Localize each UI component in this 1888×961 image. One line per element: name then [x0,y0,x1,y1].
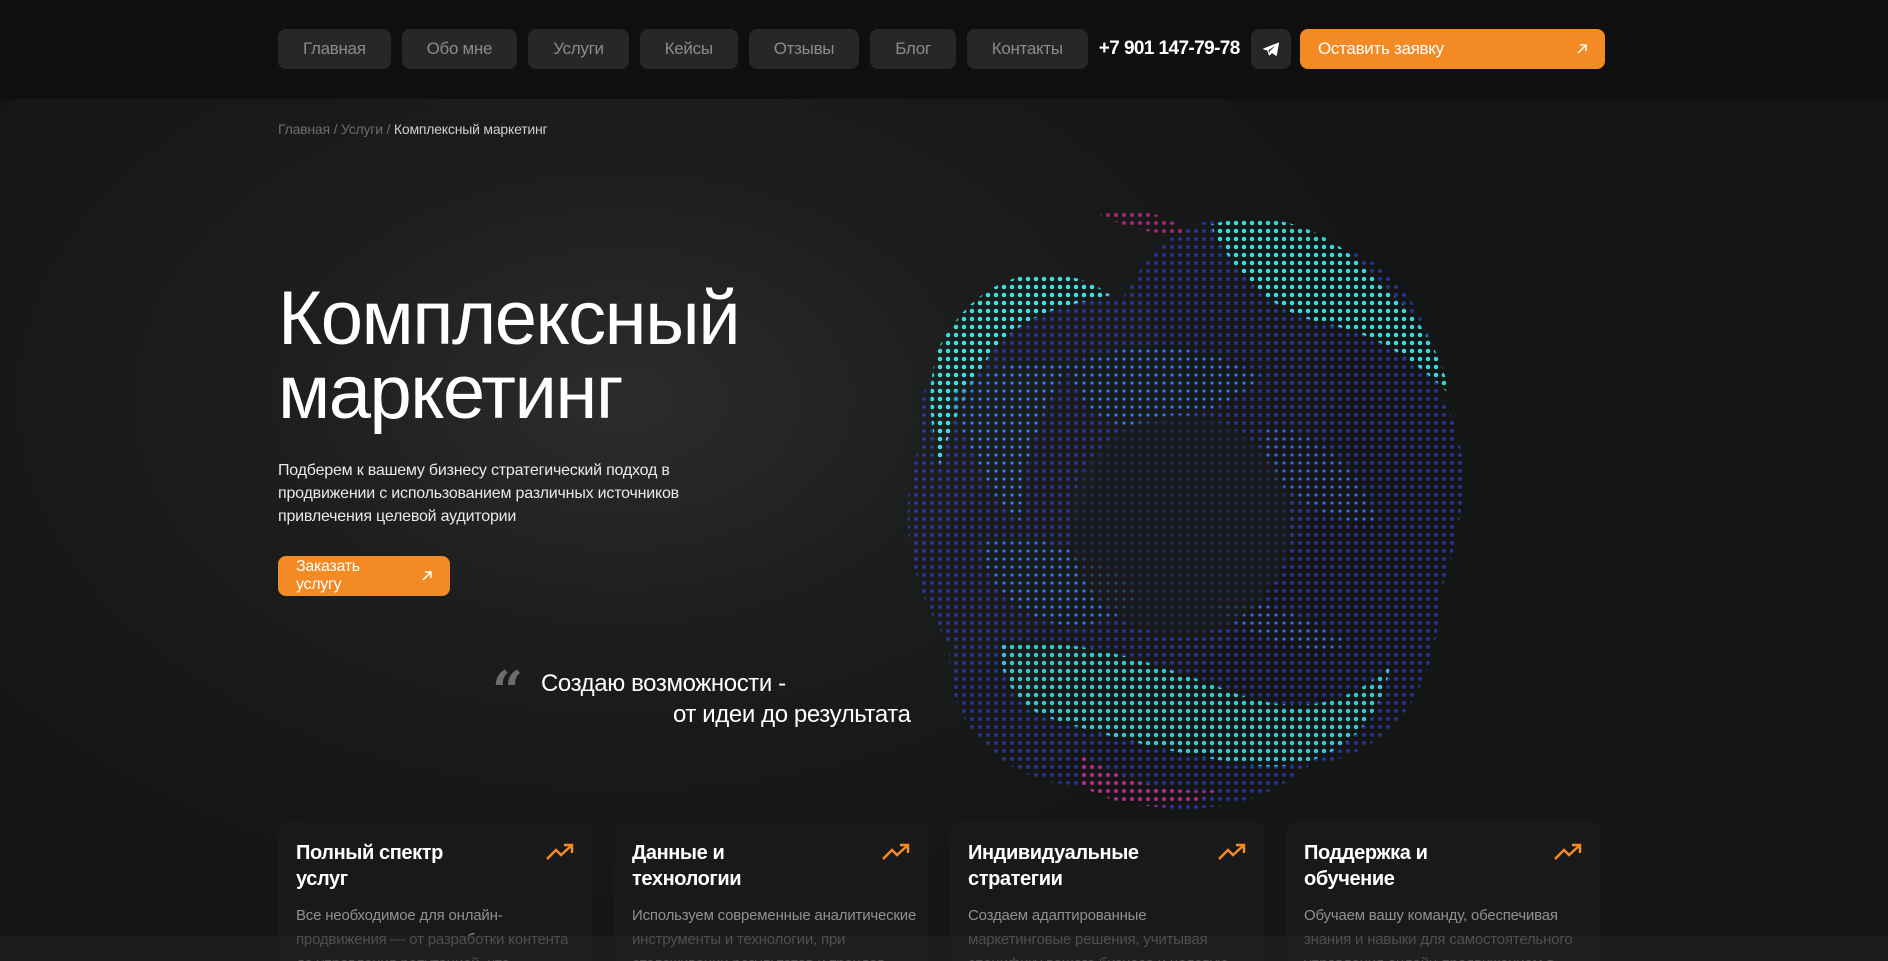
arrow-up-right-icon [422,571,432,581]
scroll-edge [0,936,1888,961]
arrow-up-right-icon [1577,44,1587,54]
nav-item-cases[interactable]: Кейсы [639,29,738,69]
card-title: Индивидуальные стратегии [968,842,1139,890]
breadcrumb: Главная / Услуги / Комплексный маркетинг [278,121,548,137]
card-title: Поддержка и обучение [1304,842,1428,890]
quote-icon: “ [492,659,524,723]
nav-item-services[interactable]: Услуги [528,29,629,69]
card-title: Данные и технологии [632,842,742,890]
leave-request-label: Оставить заявку [1318,39,1444,58]
nav-item-contacts[interactable]: Контакты [966,29,1088,69]
page-title: Комплексный маркетинг [278,281,838,431]
breadcrumb-home[interactable]: Главная [278,121,330,137]
trend-up-icon [546,843,574,860]
particle-sphere-image [907,211,1464,809]
hero-subtitle: Подберем к вашему бизнесу стратегический… [278,462,679,525]
breadcrumb-current: Комплексный маркетинг [393,121,548,137]
breadcrumb-services[interactable]: Услуги [341,121,383,137]
nav-item-about[interactable]: Обо мне [401,29,518,69]
order-service-label: Заказать услугу [296,558,360,593]
trend-up-icon [1218,843,1246,860]
telegram-button[interactable] [1250,29,1291,69]
quote-text-line-1: Создаю возможности - [541,670,786,697]
telegram-icon [1262,42,1279,56]
trend-up-icon [882,843,910,860]
nav-item-blog[interactable]: Блог [870,29,956,69]
trend-up-icon [1554,843,1582,860]
breadcrumb-separator: / [329,121,341,137]
nav-item-reviews[interactable]: Отзывы [748,29,860,69]
phone-link[interactable]: +7 901 147-79-78 [1099,38,1241,60]
main-nav: Главная Обо мне Услуги Кейсы Отзывы Блог… [278,29,1342,69]
nav-item-home[interactable]: Главная [278,29,391,69]
order-service-button[interactable]: Заказать услугу [278,556,450,596]
leave-request-button[interactable]: Оставить заявку [1300,29,1605,69]
breadcrumb-separator: / [382,121,394,137]
card-title: Полный спектр услуг [296,842,443,890]
title-line-1: Комплексный [278,276,741,361]
title-line-2: маркетинг [278,350,624,435]
quote-text-line-2: от идеи до результата [673,701,911,728]
site-header: Главная Обо мне Услуги Кейсы Отзывы Блог… [0,0,1888,99]
